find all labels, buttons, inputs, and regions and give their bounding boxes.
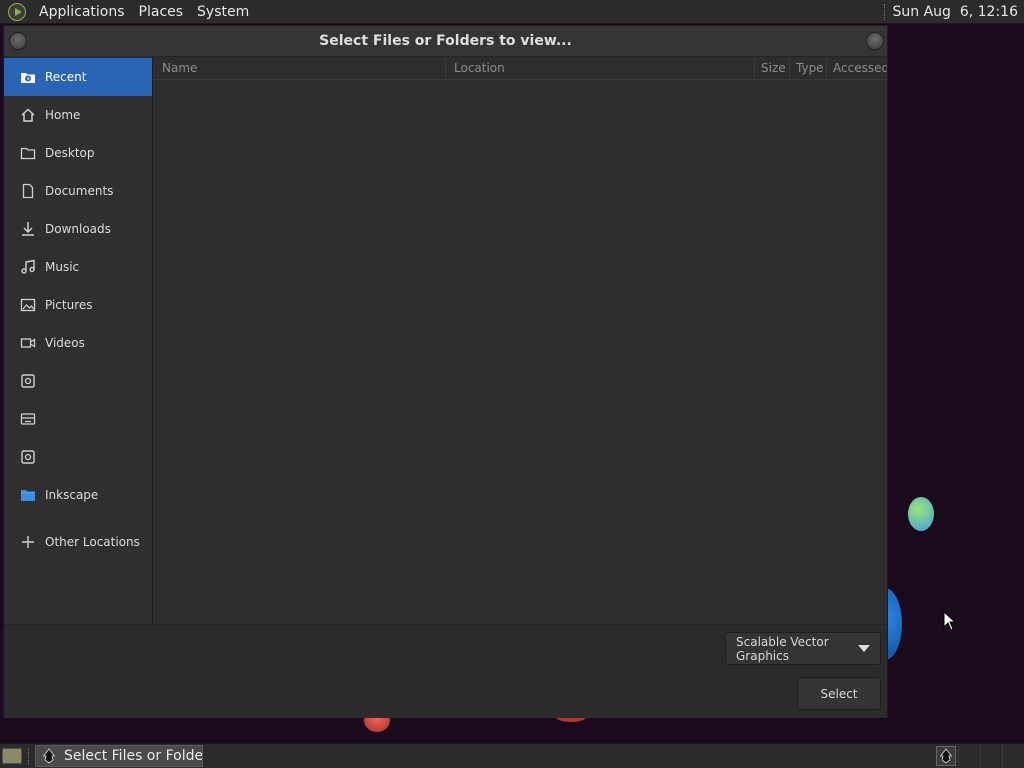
column-header-type[interactable]: Type (790, 58, 827, 79)
folder-icon (17, 488, 39, 502)
clock-folder-icon (17, 70, 39, 84)
sidebar-item-label: Music (45, 260, 80, 274)
select-button[interactable]: Select (797, 677, 881, 710)
sidebar-item-other-locations[interactable]: Other Locations (4, 523, 152, 561)
drive-icon (17, 373, 39, 389)
sidebar-item-downloads[interactable]: Downloads (4, 210, 152, 248)
sidebar-item-label: Videos (45, 336, 85, 350)
folder-icon (17, 146, 39, 160)
video-icon (17, 336, 39, 350)
applications-menu[interactable]: Applications (32, 0, 132, 24)
music-icon (17, 259, 39, 275)
picture-icon (17, 298, 39, 312)
optical-disc-icon (17, 411, 39, 427)
home-icon (17, 108, 39, 122)
sidebar-item-videos[interactable]: Videos (4, 324, 152, 362)
column-header-accessed[interactable]: Accessed (827, 58, 887, 79)
clock[interactable]: Sun Aug 6, 12:16 (893, 4, 1024, 20)
file-chooser-dialog: Select Files or Folders to view... Recen… (3, 25, 888, 718)
column-header-name[interactable]: Name (154, 58, 446, 79)
document-icon (17, 183, 39, 199)
inkscape-tray-icon[interactable] (936, 746, 956, 766)
sidebar-item-desktop[interactable]: Desktop (4, 134, 152, 172)
desktop-orb-green (908, 497, 934, 531)
sidebar-item-recent[interactable]: Recent (4, 58, 152, 96)
sidebar-item-label: Recent (45, 70, 87, 84)
file-type-filter-dropdown[interactable]: Scalable Vector Graphics (725, 632, 881, 665)
sidebar-item-label: Pictures (45, 298, 93, 312)
dialog-title: Select Files or Folders to view... (319, 33, 572, 49)
sidebar-item-drive[interactable] (4, 362, 152, 400)
distro-logo-icon[interactable] (8, 2, 26, 21)
top-panel: Applications Places System Sun Aug 6, 12… (0, 0, 1024, 24)
plus-icon (17, 535, 39, 549)
sidebar-item-label: Desktop (45, 146, 95, 160)
window-menu-button[interactable] (9, 32, 27, 50)
sidebar-item-music[interactable]: Music (4, 248, 152, 286)
sidebar-item-inkscape[interactable]: Inkscape (4, 476, 152, 514)
sidebar-item-label: Documents (45, 184, 114, 198)
bottom-panel: Select Files or Folde... (0, 743, 1024, 768)
file-list[interactable]: Name Location Size Type Accessed (154, 58, 887, 624)
sidebar-item-label: Other Locations (45, 535, 140, 549)
sidebar-item-home[interactable]: Home (4, 96, 152, 134)
sidebar-item-label: Inkscape (45, 488, 99, 502)
sidebar-item-label: Downloads (45, 222, 111, 236)
dialog-titlebar[interactable]: Select Files or Folders to view... (4, 26, 887, 57)
drive-icon (17, 449, 39, 465)
taskbar-window-label: Select Files or Folde... (64, 748, 203, 764)
download-icon (17, 221, 39, 237)
column-header-size[interactable]: Size (755, 58, 790, 79)
panel-separator (28, 748, 29, 765)
close-button[interactable] (866, 32, 884, 50)
sidebar-item-documents[interactable]: Documents (4, 172, 152, 210)
inkscape-icon (42, 748, 56, 764)
taskbar-window-button[interactable]: Select Files or Folde... (35, 745, 203, 767)
sidebar-item-label: Home (45, 108, 81, 122)
dialog-action-area: Scalable Vector Graphics Select (4, 624, 887, 718)
show-desktop-icon[interactable] (2, 748, 22, 764)
sidebar-item-drive-2[interactable] (4, 438, 152, 476)
file-list-header: Name Location Size Type Accessed (154, 58, 887, 80)
sidebar-item-audio-disc[interactable] (4, 400, 152, 438)
column-header-location[interactable]: Location (446, 58, 755, 79)
workspace-1[interactable] (958, 746, 979, 766)
places-sidebar: Recent Home Desktop Documents Downloads (4, 58, 153, 624)
sidebar-item-pictures[interactable]: Pictures (4, 286, 152, 324)
system-menu[interactable]: System (190, 0, 256, 24)
filter-value: Scalable Vector Graphics (736, 634, 829, 663)
workspace-2[interactable] (980, 746, 1001, 766)
places-menu[interactable]: Places (132, 0, 191, 24)
mouse-cursor (943, 611, 957, 631)
panel-separator (883, 3, 885, 20)
workspace-3[interactable] (1002, 746, 1023, 766)
chevron-down-icon (858, 645, 870, 652)
